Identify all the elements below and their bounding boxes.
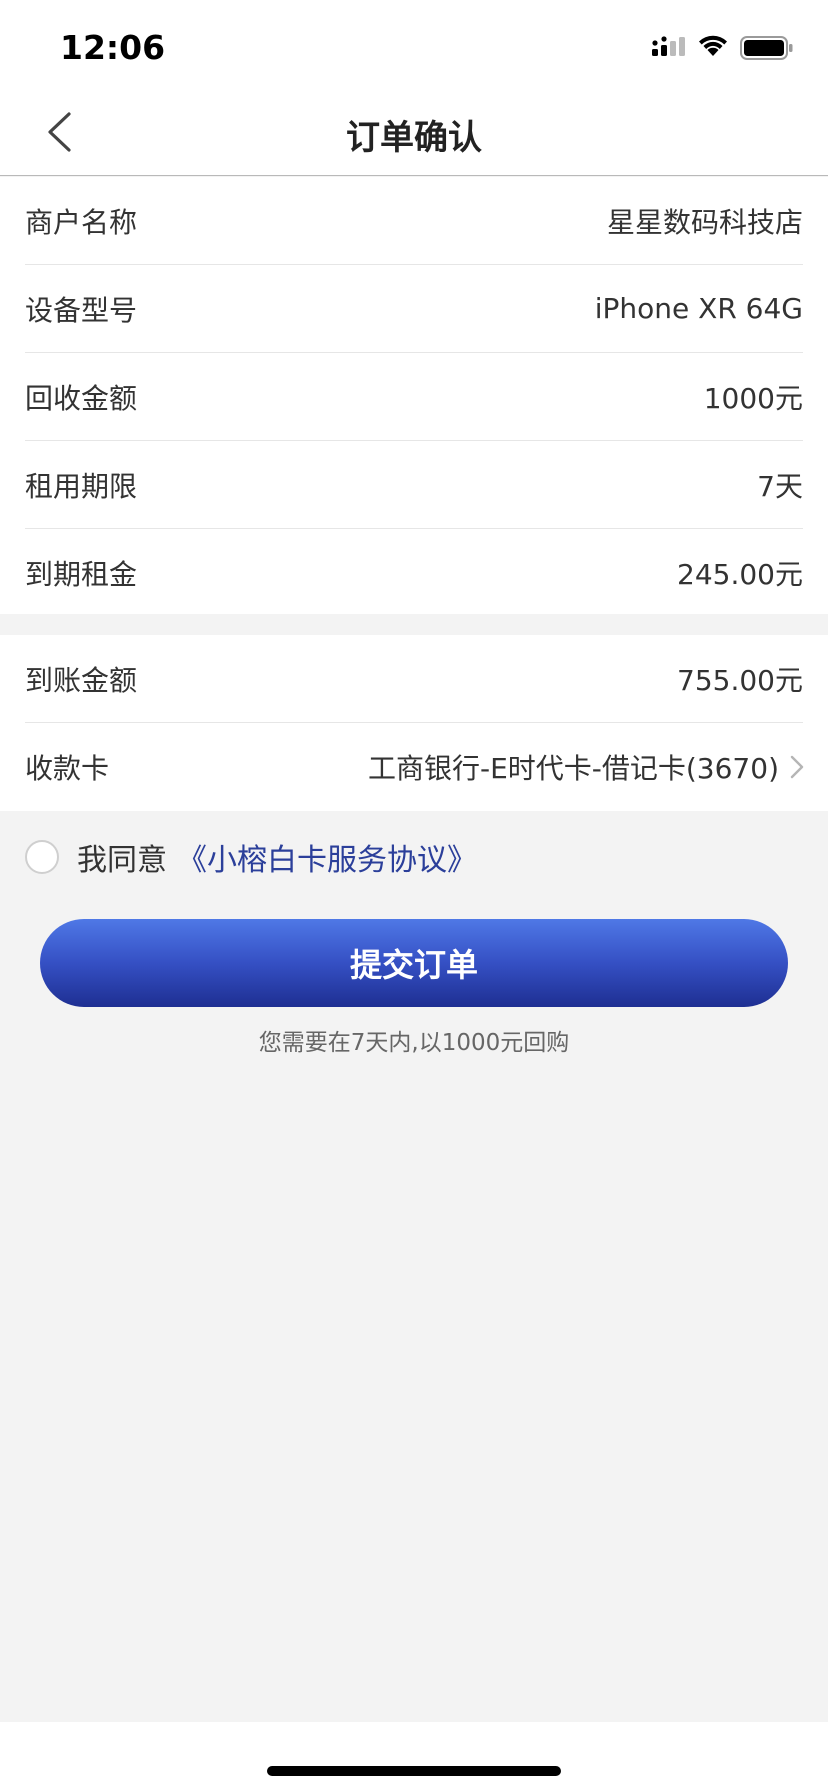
nav-bar: 订单确认 <box>0 88 828 176</box>
due-rent-row: 到期租金 245.00元 <box>25 529 803 617</box>
row-label: 到账金额 <box>25 663 138 697</box>
battery-icon <box>740 36 793 60</box>
status-time: 12:06 <box>60 28 166 67</box>
home-bar-area <box>0 1722 828 1792</box>
row-value: iPhone XR 64G <box>594 292 803 325</box>
received-amount-row: 到账金额 755.00元 <box>25 635 803 723</box>
row-label: 收款卡 <box>25 752 110 785</box>
status-bar: 12:06 <box>0 0 828 88</box>
bank-card-row[interactable]: 收款卡 工商银行-E时代卡-借记卡(3670) <box>25 723 804 811</box>
row-value: 1000元 <box>703 381 803 415</box>
agreement-link[interactable]: 《小榕白卡服务协议》 <box>177 835 477 879</box>
agreement-checkbox[interactable] <box>25 840 59 874</box>
row-value: 7天 <box>757 469 803 503</box>
page-title: 订单确认 <box>346 118 482 158</box>
screen: 12:06 订单确认 商户名称 星星数码科技店 设备型号 iPhone XR 6… <box>0 0 828 1792</box>
submit-order-button[interactable]: 提交订单 <box>40 919 788 1007</box>
row-label: 商户名称 <box>25 205 138 239</box>
row-value: 星星数码科技店 <box>606 205 803 239</box>
row-label: 回收金额 <box>25 381 138 415</box>
device-model-row: 设备型号 iPhone XR 64G <box>25 265 803 353</box>
chevron-right-icon <box>790 755 804 779</box>
signal-icon <box>652 36 685 56</box>
recycle-amount-row: 回收金额 1000元 <box>25 353 803 441</box>
agree-text: 我同意 <box>77 843 167 878</box>
merchant-row: 商户名称 星星数码科技店 <box>25 177 803 265</box>
row-label: 设备型号 <box>25 293 138 327</box>
buyback-hint: 您需要在7天内,以1000元回购 <box>258 1030 570 1056</box>
wifi-icon <box>699 35 727 56</box>
row-value: 755.00元 <box>677 663 803 697</box>
bank-card-value: 工商银行-E时代卡-借记卡(3670) <box>367 752 779 785</box>
payout-group: 到账金额 755.00元 收款卡 工商银行-E时代卡-借记卡(3670) <box>0 635 828 811</box>
row-label: 租用期限 <box>25 469 138 503</box>
agreement-row: 我同意 《小榕白卡服务协议》 <box>25 832 477 882</box>
rental-term-row: 租用期限 7天 <box>25 441 803 529</box>
row-value: 245.00元 <box>677 558 803 591</box>
row-label: 到期租金 <box>25 558 138 591</box>
home-indicator[interactable] <box>267 1766 561 1776</box>
order-info-group: 商户名称 星星数码科技店 设备型号 iPhone XR 64G 回收金额 100… <box>0 177 828 614</box>
bank-card-value-wrap: 工商银行-E时代卡-借记卡(3670) <box>367 747 804 787</box>
